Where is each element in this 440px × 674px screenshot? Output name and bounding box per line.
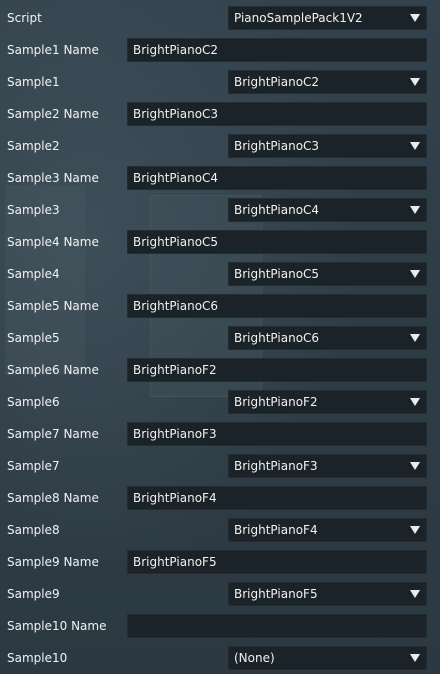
chevron-down-icon: [410, 270, 420, 278]
chevron-down-icon: [410, 14, 420, 22]
sample-name-row: Sample1 Name BrightPianoC2: [0, 37, 440, 63]
sample-row: Sample4 BrightPianoC5: [0, 261, 440, 287]
sample-row: Sample5 BrightPianoC6: [0, 325, 440, 351]
sample-name-label: Sample6 Name: [7, 363, 99, 377]
sample-label: Sample10: [7, 651, 68, 665]
sample-name-label: Sample3 Name: [7, 171, 99, 185]
sample-name-row: Sample2 Name BrightPianoC3: [0, 101, 440, 127]
sample-name-label: Sample8 Name: [7, 491, 99, 505]
sample-name-field[interactable]: BrightPianoF5: [127, 550, 427, 574]
inspector-panel: Script PianoSamplePack1V2 Sample1 Name B…: [0, 0, 440, 674]
sample-label: Sample5: [7, 331, 60, 345]
sample-name-field[interactable]: [127, 614, 427, 638]
sample-dropdown-value: BrightPianoF4: [234, 523, 318, 537]
sample-dropdown[interactable]: BrightPianoC4: [228, 198, 427, 222]
sample-name-row: Sample6 Name BrightPianoF2: [0, 357, 440, 383]
sample-name-field[interactable]: BrightPianoC4: [127, 166, 427, 190]
sample-row: Sample10 (None): [0, 645, 440, 671]
sample-dropdown[interactable]: BrightPianoC5: [228, 262, 427, 286]
chevron-down-icon: [410, 206, 420, 214]
chevron-down-icon: [410, 78, 420, 86]
sample-dropdown-value: BrightPianoC3: [234, 139, 320, 153]
sample-label: Sample1: [7, 75, 60, 89]
sample-label: Sample6: [7, 395, 60, 409]
sample-dropdown-value: (None): [234, 651, 275, 665]
sample-row: Sample9 BrightPianoF5: [0, 581, 440, 607]
sample-dropdown[interactable]: BrightPianoF2: [228, 390, 427, 414]
sample-label: Sample4: [7, 267, 60, 281]
sample-dropdown-value: BrightPianoF3: [234, 459, 318, 473]
sample-name-label: Sample1 Name: [7, 43, 99, 57]
sample-name-row: Sample3 Name BrightPianoC4: [0, 165, 440, 191]
sample-name-field[interactable]: BrightPianoC2: [127, 38, 427, 62]
sample-name-row: Sample9 Name BrightPianoF5: [0, 549, 440, 575]
sample-dropdown[interactable]: BrightPianoF4: [228, 518, 427, 542]
sample-name-label: Sample2 Name: [7, 107, 99, 121]
sample-dropdown-value: BrightPianoF5: [234, 587, 318, 601]
sample-name-label: Sample5 Name: [7, 299, 99, 313]
chevron-down-icon: [410, 526, 420, 534]
sample-name-row: Sample4 Name BrightPianoC5: [0, 229, 440, 255]
sample-name-field[interactable]: BrightPianoC6: [127, 294, 427, 318]
script-dropdown-value: PianoSamplePack1V2: [234, 11, 363, 25]
sample-dropdown-value: BrightPianoC6: [234, 331, 320, 345]
sample-name-field[interactable]: BrightPianoF4: [127, 486, 427, 510]
sample-label: Sample7: [7, 459, 60, 473]
chevron-down-icon: [410, 654, 420, 662]
sample-dropdown-value: BrightPianoF2: [234, 395, 318, 409]
sample-name-field[interactable]: BrightPianoF3: [127, 422, 427, 446]
sample-name-label: Sample10 Name: [7, 619, 107, 633]
sample-row: Sample6 BrightPianoF2: [0, 389, 440, 415]
sample-name-label: Sample7 Name: [7, 427, 99, 441]
sample-row: Sample8 BrightPianoF4: [0, 517, 440, 543]
sample-name-row: Sample5 Name BrightPianoC6: [0, 293, 440, 319]
sample-name-row: Sample8 Name BrightPianoF4: [0, 485, 440, 511]
sample-dropdown[interactable]: BrightPianoF3: [228, 454, 427, 478]
sample-label: Sample8: [7, 523, 60, 537]
sample-name-label: Sample4 Name: [7, 235, 99, 249]
sample-dropdown[interactable]: BrightPianoC3: [228, 134, 427, 158]
chevron-down-icon: [410, 590, 420, 598]
sample-row: Sample7 BrightPianoF3: [0, 453, 440, 479]
sample-dropdown[interactable]: BrightPianoC2: [228, 70, 427, 94]
sample-dropdown-value: BrightPianoC2: [234, 75, 320, 89]
sample-label: Sample3: [7, 203, 60, 217]
sample-dropdown[interactable]: (None): [228, 646, 427, 670]
sample-dropdown[interactable]: BrightPianoC6: [228, 326, 427, 350]
sample-name-field[interactable]: BrightPianoC5: [127, 230, 427, 254]
sample-name-field[interactable]: BrightPianoF2: [127, 358, 427, 382]
sample-label: Sample2: [7, 139, 60, 153]
script-dropdown[interactable]: PianoSamplePack1V2: [228, 6, 427, 30]
sample-name-label: Sample9 Name: [7, 555, 99, 569]
sample-label: Sample9: [7, 587, 60, 601]
sample-row: Sample2 BrightPianoC3: [0, 133, 440, 159]
script-row: Script PianoSamplePack1V2: [0, 5, 440, 31]
sample-dropdown-value: BrightPianoC5: [234, 267, 320, 281]
sample-row: Sample1 BrightPianoC2: [0, 69, 440, 95]
chevron-down-icon: [410, 334, 420, 342]
chevron-down-icon: [410, 142, 420, 150]
sample-row: Sample3 BrightPianoC4: [0, 197, 440, 223]
sample-name-row: Sample10 Name: [0, 613, 440, 639]
sample-dropdown-value: BrightPianoC4: [234, 203, 320, 217]
sample-dropdown[interactable]: BrightPianoF5: [228, 582, 427, 606]
chevron-down-icon: [410, 462, 420, 470]
sample-name-row: Sample7 Name BrightPianoF3: [0, 421, 440, 447]
sample-name-field[interactable]: BrightPianoC3: [127, 102, 427, 126]
script-label: Script: [7, 11, 42, 25]
chevron-down-icon: [410, 398, 420, 406]
